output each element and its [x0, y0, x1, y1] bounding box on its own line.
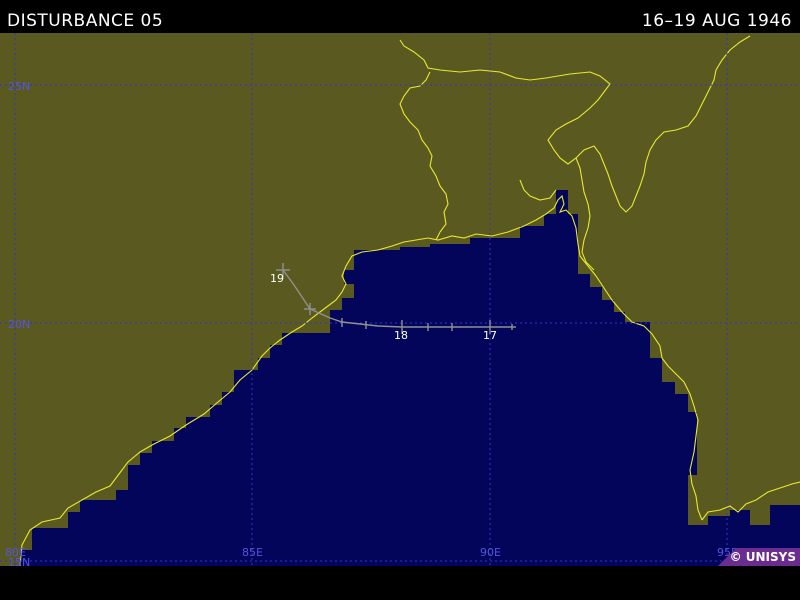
header-bar: DISTURBANCE 05 16–19 AUG 1946 — [0, 0, 800, 33]
track-label-17: 17 — [483, 329, 497, 342]
page-title: DISTURBANCE 05 — [7, 11, 164, 31]
footer-bar — [0, 566, 800, 600]
lon-label-90e: 90E — [480, 546, 501, 559]
track-label-18: 18 — [394, 329, 408, 342]
track-map[interactable]: 25N 20N 15N 80E 85E 90E 95E 19 18 17 — [0, 33, 800, 569]
date-range: 16–19 AUG 1946 — [641, 11, 792, 31]
lon-label-80e: 80E — [5, 546, 26, 559]
lon-label-85e: 85E — [242, 546, 263, 559]
map-frame[interactable]: 25N 20N 15N 80E 85E 90E 95E 19 18 17 — [0, 33, 800, 569]
lat-label-20n: 20N — [8, 318, 30, 331]
lat-label-25n: 25N — [8, 80, 30, 93]
track-label-19: 19 — [270, 272, 284, 285]
